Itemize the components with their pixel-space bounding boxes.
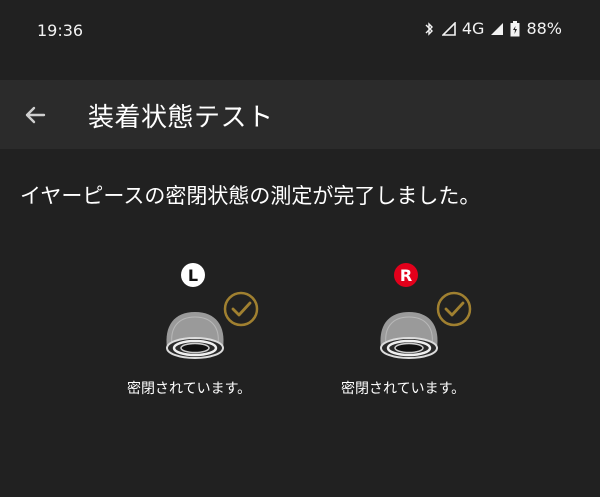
side-badge-right: R (394, 263, 418, 287)
status-time: 19:36 (37, 21, 84, 40)
check-circle-right-icon (436, 291, 472, 327)
battery-level: 88% (526, 19, 562, 38)
signal-icon-2 (491, 22, 504, 35)
result-message: イヤーピースの密閉状態の測定が完了しました。 (20, 184, 481, 208)
network-type: 4G (461, 19, 485, 38)
bluetooth-icon (425, 21, 433, 36)
check-circle-left-icon (223, 291, 259, 327)
earpiece-right-icon (380, 312, 438, 359)
earpiece-left-icon (166, 312, 224, 359)
app-bar: 装着状態テスト (0, 80, 600, 149)
earbud-right: R 密閉されています。 (341, 258, 524, 408)
seal-status-right: 密閉されています。 (341, 381, 466, 397)
page-title: 装着状態テスト (88, 103, 274, 133)
side-badge-left: L (181, 263, 205, 287)
status-bar: 19:36 4G 88% (0, 0, 600, 60)
seal-status-left: 密閉されています。 (127, 381, 252, 397)
signal-icon (441, 21, 456, 36)
battery-icon (510, 20, 520, 36)
earbud-left: L 密閉されています。 (127, 258, 310, 408)
status-icons: 4G 88% (422, 19, 562, 38)
back-arrow-icon[interactable] (20, 100, 50, 130)
